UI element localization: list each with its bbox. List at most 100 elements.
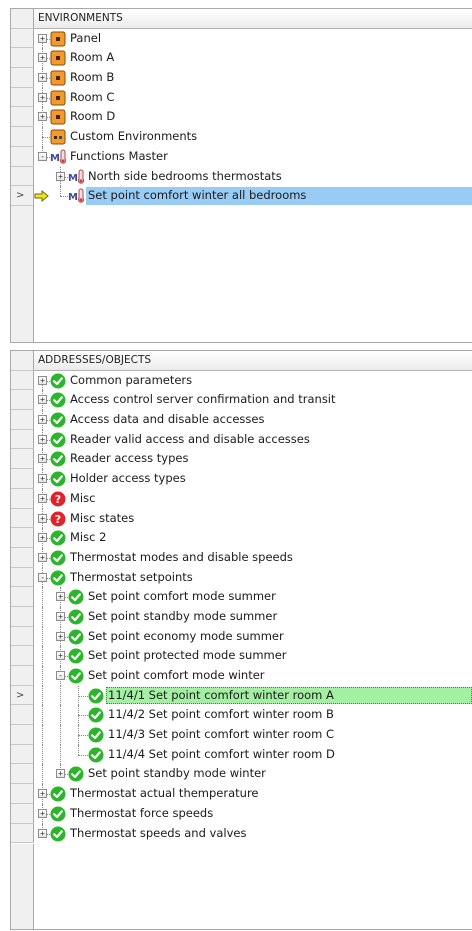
row-header-cell[interactable]: > — [11, 186, 34, 206]
row-header-cell[interactable] — [11, 646, 34, 666]
tree-row-content[interactable]: + Set point protected mode summer — [34, 646, 472, 666]
tree-row[interactable]: 11/4/4 Set point comfort winter room D — [11, 744, 472, 765]
expand-icon[interactable]: + — [38, 53, 47, 63]
tree-row[interactable]: + Thermostat modes and disable speeds — [11, 547, 472, 568]
expand-icon[interactable]: + — [38, 474, 47, 484]
row-header-cell[interactable] — [11, 508, 34, 529]
tree-row[interactable]: + Set point standby mode summer — [11, 606, 472, 627]
row-header-cell[interactable] — [11, 528, 34, 548]
collapse-icon[interactable]: - — [56, 671, 65, 680]
expand-icon[interactable]: + — [56, 592, 65, 602]
row-header-cell[interactable] — [11, 429, 34, 450]
collapse-icon[interactable]: - — [38, 151, 47, 161]
expand-icon[interactable]: + — [56, 769, 65, 779]
row-header-cell[interactable] — [11, 68, 34, 88]
tree-row[interactable]: + Holder access types — [11, 469, 472, 489]
tree-row-content[interactable]: Custom Environments — [34, 127, 472, 147]
row-header-cell[interactable] — [11, 166, 34, 187]
tree-row-content[interactable]: - Set point comfort mode winter — [34, 666, 472, 686]
tree-row[interactable]: + Set point economy mode summer — [11, 626, 472, 647]
row-header-cell[interactable] — [11, 547, 34, 568]
tree-row[interactable]: >11/4/1 Set point comfort winter room A — [11, 685, 472, 706]
row-header-cell[interactable] — [11, 784, 34, 804]
tree-row[interactable]: + Reader access types — [11, 449, 472, 470]
tree-row-content[interactable]: + Thermostat force speeds — [34, 803, 472, 824]
tree-row-content[interactable]: + Access control server confirmation and … — [34, 390, 472, 411]
row-header-cell[interactable] — [11, 87, 34, 108]
expand-icon[interactable]: + — [56, 611, 65, 621]
tree-row-content[interactable]: + Set point standby mode winter — [34, 764, 472, 785]
row-header-cell[interactable] — [11, 449, 34, 470]
row-header-cell[interactable] — [11, 567, 34, 588]
tree-row-content[interactable]: - M Functions Master — [34, 146, 472, 167]
expand-icon[interactable]: + — [38, 552, 47, 562]
collapse-icon[interactable]: - — [38, 572, 47, 582]
tree-row-content[interactable]: + Set point comfort mode summer — [34, 587, 472, 607]
tree-row[interactable]: - M Functions Master — [11, 146, 472, 167]
tree-row[interactable]: + Panel — [11, 28, 472, 59]
row-header-cell[interactable] — [11, 705, 34, 726]
expand-icon[interactable]: + — [56, 651, 65, 661]
row-header-cell[interactable] — [11, 370, 34, 391]
expand-icon[interactable]: + — [38, 33, 47, 43]
expand-icon[interactable]: + — [56, 631, 65, 641]
tree-row[interactable]: + Room B — [11, 68, 472, 88]
tree-row-content[interactable]: + Set point standby mode summer — [34, 606, 472, 627]
tree-row-content[interactable]: +? Misc — [34, 488, 472, 509]
tree-row-content[interactable]: 11/4/2 Set point comfort winter room B — [34, 705, 472, 726]
expand-icon[interactable]: + — [38, 73, 47, 83]
row-header-cell[interactable] — [11, 725, 34, 745]
tree-row-content[interactable]: 11/4/4 Set point comfort winter room D — [34, 744, 472, 765]
tree-row-content[interactable]: 11/4/3 Set point comfort winter room C — [34, 725, 472, 745]
tree-row-content[interactable]: + Room D — [34, 107, 472, 128]
tree-row-content[interactable]: 11/4/1 Set point comfort winter room A — [34, 685, 472, 706]
row-header-cell[interactable] — [11, 410, 34, 430]
environments-column-header[interactable]: ENVIRONMENTS — [34, 9, 472, 29]
tree-row[interactable]: + Thermostat actual themperature — [11, 784, 472, 804]
tree-row-content[interactable]: + Room A — [34, 48, 472, 69]
expand-icon[interactable]: + — [38, 533, 47, 543]
expand-icon[interactable]: + — [38, 808, 47, 818]
tree-row[interactable]: + Thermostat speeds and valves — [11, 823, 472, 844]
row-header-cell[interactable] — [11, 28, 34, 49]
tree-row[interactable]: Custom Environments — [11, 127, 472, 147]
tree-row[interactable]: - Thermostat setpoints — [11, 567, 472, 588]
tree-row[interactable]: + Set point standby mode winter — [11, 764, 472, 785]
expand-icon[interactable]: + — [38, 112, 47, 122]
tree-row[interactable]: + Set point protected mode summer — [11, 646, 472, 666]
expand-icon[interactable]: + — [38, 92, 47, 102]
tree-row[interactable]: 11/4/2 Set point comfort winter room B — [11, 705, 472, 726]
expand-icon[interactable]: + — [38, 415, 47, 425]
tree-row[interactable]: 11/4/3 Set point comfort winter room C — [11, 725, 472, 745]
tree-row[interactable]: + Access data and disable accesses — [11, 410, 472, 430]
tree-row-content[interactable]: + Room C — [34, 87, 472, 108]
expand-icon[interactable]: + — [38, 395, 47, 405]
row-header-cell[interactable] — [11, 606, 34, 627]
row-header-cell[interactable] — [11, 48, 34, 69]
expand-icon[interactable]: + — [38, 375, 47, 385]
tree-row[interactable]: + Set point comfort mode summer — [11, 587, 472, 607]
tree-row-content[interactable]: + Panel — [34, 29, 472, 59]
tree-row-content[interactable]: + Common parameters — [34, 371, 472, 391]
tree-row[interactable]: + M North side bedrooms thermostats — [11, 166, 472, 187]
objects-column-header[interactable]: ADDRESSES/OBJECTS — [34, 351, 472, 371]
tree-row[interactable]: + Access control server confirmation and … — [11, 390, 472, 411]
tree-row-content[interactable]: + Thermostat speeds and valves — [34, 823, 472, 844]
tree-row[interactable]: +? Misc states — [11, 508, 472, 529]
tree-row-content[interactable]: M Set point comfort winter all bedrooms — [34, 186, 472, 206]
row-header-cell[interactable] — [11, 744, 34, 765]
tree-row[interactable]: + Common parameters — [11, 370, 472, 391]
tree-row-content[interactable]: + Thermostat modes and disable speeds — [34, 547, 472, 568]
row-header-cell[interactable] — [11, 764, 34, 785]
tree-row[interactable]: + Reader valid access and disable accesse… — [11, 429, 472, 450]
tree-row[interactable]: + Room D — [11, 107, 472, 128]
expand-icon[interactable]: + — [38, 493, 47, 503]
tree-row-content[interactable]: + Reader valid access and disable accesse… — [34, 429, 472, 450]
expand-icon[interactable]: + — [38, 789, 47, 799]
expand-icon[interactable]: + — [38, 434, 47, 444]
expand-icon[interactable]: + — [38, 513, 47, 523]
expand-icon[interactable]: + — [38, 454, 47, 464]
row-header-cell[interactable] — [11, 803, 34, 824]
row-header-cell[interactable] — [11, 587, 34, 607]
tree-row[interactable]: + Room A — [11, 48, 472, 69]
